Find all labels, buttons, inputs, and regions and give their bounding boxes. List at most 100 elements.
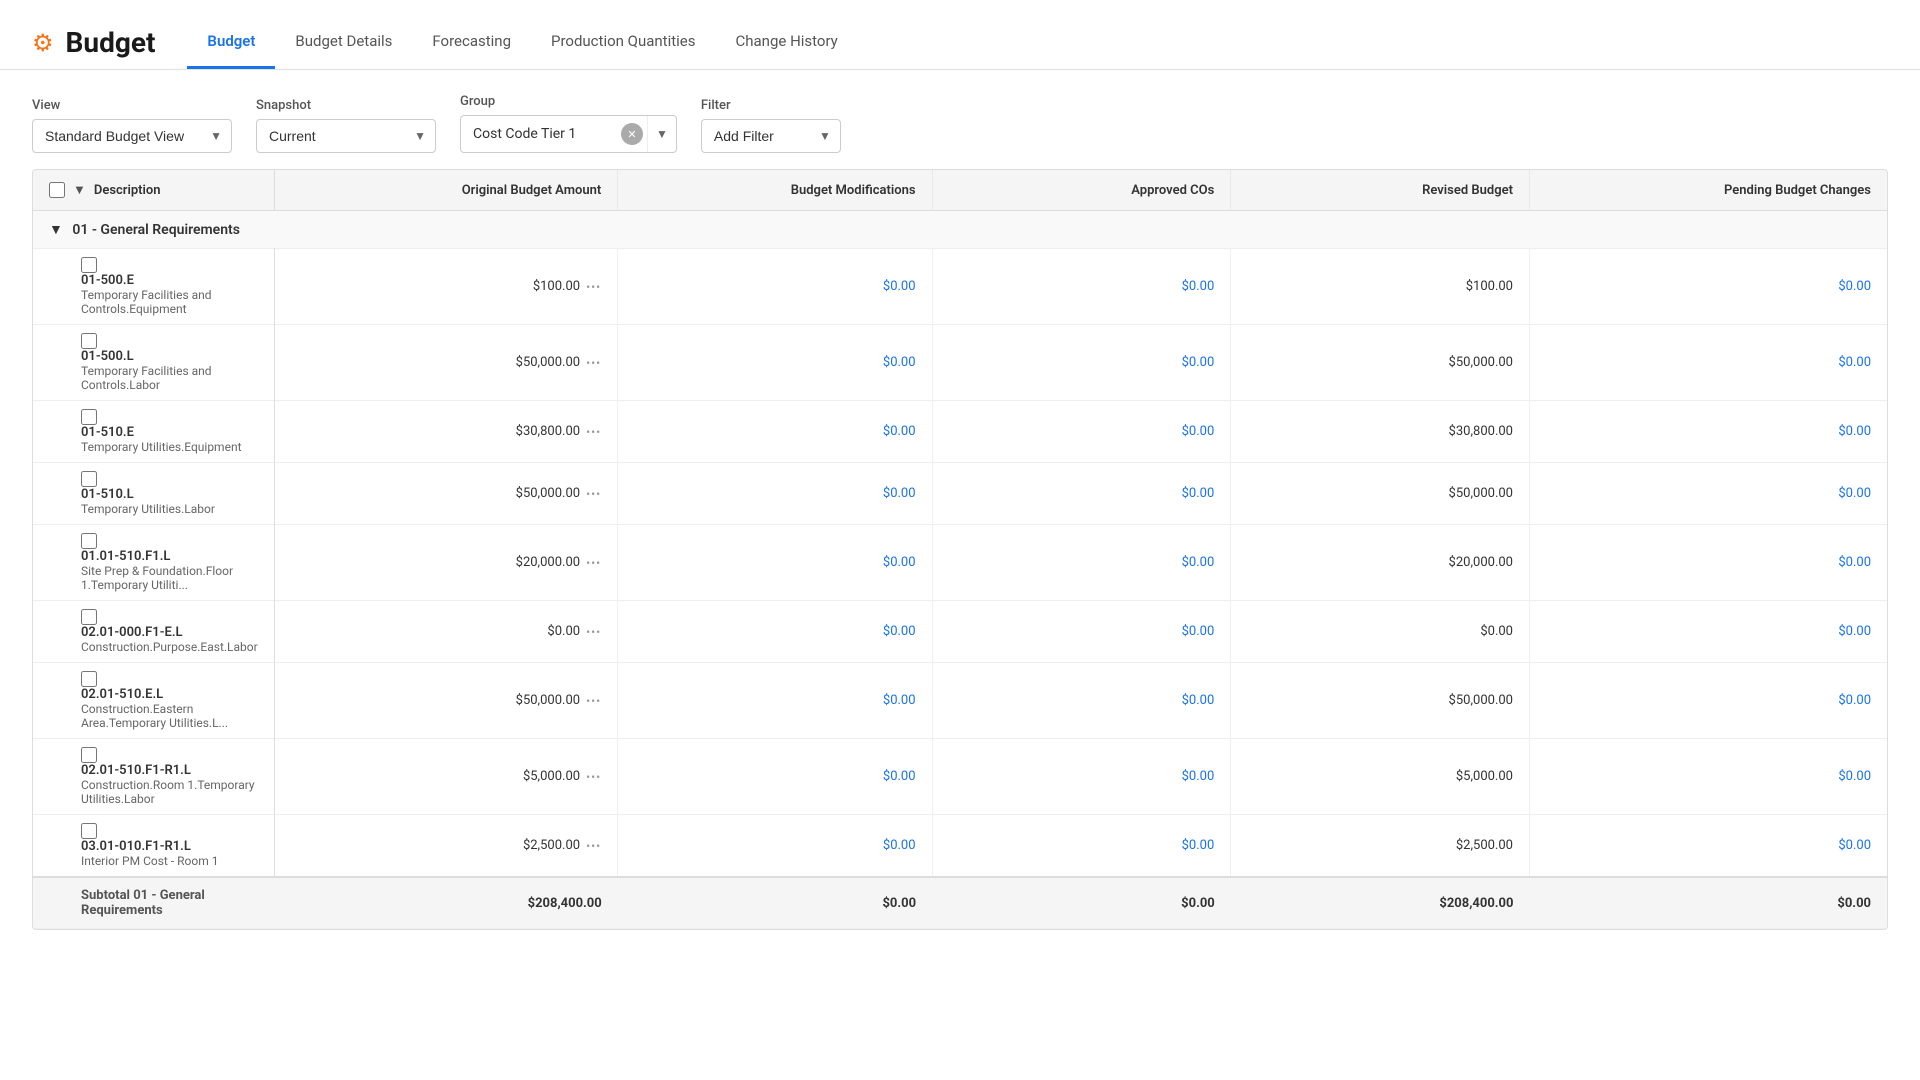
row-pending-changes-cell[interactable]: $0.00 — [1529, 325, 1887, 401]
row-name: Temporary Facilities and Controls.Labor — [81, 364, 258, 392]
row-original-budget-cell: $50,000.00 ••• — [274, 325, 618, 401]
row-budget-mods-cell[interactable]: $0.00 — [618, 663, 932, 739]
row-description-cell: 02.01-510.E.L Construction.Eastern Area.… — [33, 663, 274, 739]
th-original-budget-amount: Original Budget Amount — [274, 170, 618, 211]
row-approved-cos-cell[interactable]: $0.00 — [932, 401, 1231, 463]
row-pending-changes-cell[interactable]: $0.00 — [1529, 249, 1887, 325]
row-code: 01-500.L — [81, 349, 258, 364]
row-description-cell: 01-500.E Temporary Facilities and Contro… — [33, 249, 274, 325]
view-select[interactable]: Standard Budget View — [32, 119, 232, 153]
row-ellipsis-icon[interactable]: ••• — [586, 280, 601, 294]
row-ellipsis-icon[interactable]: ••• — [586, 556, 601, 570]
row-budget-mods-cell[interactable]: $0.00 — [618, 525, 932, 601]
group-select-wrapper: Cost Code Tier 1 ✕ ▼ — [460, 115, 677, 153]
row-checkbox[interactable] — [81, 609, 97, 625]
row-pending-changes-cell[interactable]: $0.00 — [1529, 525, 1887, 601]
table-row: 01.01-510.F1.L Site Prep & Foundation.Fl… — [33, 525, 1887, 601]
row-budget-mods-cell[interactable]: $0.00 — [618, 739, 932, 815]
row-original-budget-cell: $100.00 ••• — [274, 249, 618, 325]
table-body: ▼ 01 - General Requirements 01-500.E Tem… — [33, 211, 1887, 929]
collapse-all-icon[interactable]: ▼ — [73, 182, 86, 198]
row-pending-changes-cell[interactable]: $0.00 — [1529, 463, 1887, 525]
tab-budget-details[interactable]: Budget Details — [275, 16, 412, 69]
row-name: Construction.Eastern Area.Temporary Util… — [81, 702, 258, 730]
row-approved-cos-cell[interactable]: $0.00 — [932, 663, 1231, 739]
table-row: 02.01-000.F1-E.L Construction.Purpose.Ea… — [33, 601, 1887, 663]
snapshot-select[interactable]: Current — [256, 119, 436, 153]
tab-production-quantities[interactable]: Production Quantities — [531, 16, 716, 69]
row-revised-budget-cell: $50,000.00 — [1231, 325, 1530, 401]
row-budget-mods-cell[interactable]: $0.00 — [618, 249, 932, 325]
budget-table: ▼ Description Original Budget Amount Bud… — [33, 170, 1887, 929]
row-code: 01-500.E — [81, 273, 258, 288]
snapshot-label: Snapshot — [256, 98, 436, 113]
row-checkbox[interactable] — [81, 533, 97, 549]
th-checkbox: ▼ Description — [33, 170, 274, 211]
row-code: 02.01-510.E.L — [81, 687, 258, 702]
row-approved-cos-cell[interactable]: $0.00 — [932, 525, 1231, 601]
row-budget-mods-cell[interactable]: $0.00 — [618, 463, 932, 525]
table-row: 02.01-510.F1-R1.L Construction.Room 1.Te… — [33, 739, 1887, 815]
row-ellipsis-icon[interactable]: ••• — [586, 625, 601, 639]
row-description-cell: 01.01-510.F1.L Site Prep & Foundation.Fl… — [33, 525, 274, 601]
row-code: 02.01-000.F1-E.L — [81, 625, 258, 640]
row-description-cell: 01-500.L Temporary Facilities and Contro… — [33, 325, 274, 401]
row-ellipsis-icon[interactable]: ••• — [586, 356, 601, 370]
row-approved-cos-cell[interactable]: $0.00 — [932, 463, 1231, 525]
row-checkbox[interactable] — [81, 409, 97, 425]
group-control: Group Cost Code Tier 1 ✕ ▼ — [460, 94, 677, 153]
tab-forecasting[interactable]: Forecasting — [412, 16, 531, 69]
row-checkbox[interactable] — [81, 823, 97, 839]
row-original-budget-value: $50,000.00 — [516, 693, 580, 708]
row-approved-cos-cell[interactable]: $0.00 — [932, 739, 1231, 815]
row-original-budget-value: $5,000.00 — [523, 769, 580, 784]
row-budget-mods-cell[interactable]: $0.00 — [618, 601, 932, 663]
row-original-budget-cell: $30,800.00 ••• — [274, 401, 618, 463]
row-budget-mods-cell[interactable]: $0.00 — [618, 401, 932, 463]
row-ellipsis-icon[interactable]: ••• — [586, 770, 601, 784]
table-row: 01-500.L Temporary Facilities and Contro… — [33, 325, 1887, 401]
snapshot-control: Snapshot Current ▼ — [256, 98, 436, 153]
row-ellipsis-icon[interactable]: ••• — [586, 694, 601, 708]
row-approved-cos-cell[interactable]: $0.00 — [932, 325, 1231, 401]
subtotal-revised-budget: $208,400.00 — [1231, 877, 1530, 929]
table-row: 01-500.E Temporary Facilities and Contro… — [33, 249, 1887, 325]
row-name: Temporary Utilities.Labor — [81, 502, 258, 516]
row-approved-cos-cell[interactable]: $0.00 — [932, 815, 1231, 878]
group-arrow-icon[interactable]: ▼ — [647, 116, 676, 152]
row-pending-changes-cell[interactable]: $0.00 — [1529, 815, 1887, 878]
row-checkbox[interactable] — [81, 333, 97, 349]
row-pending-changes-cell[interactable]: $0.00 — [1529, 739, 1887, 815]
page-header: ⚙ Budget Budget Budget Details Forecasti… — [0, 0, 1920, 70]
tab-budget[interactable]: Budget — [187, 16, 275, 69]
subtotal-approved-cos: $0.00 — [932, 877, 1231, 929]
row-ellipsis-icon[interactable]: ••• — [586, 487, 601, 501]
row-original-budget-cell: $5,000.00 ••• — [274, 739, 618, 815]
row-revised-budget-cell: $50,000.00 — [1231, 663, 1530, 739]
row-revised-budget-cell: $20,000.00 — [1231, 525, 1530, 601]
row-pending-changes-cell[interactable]: $0.00 — [1529, 663, 1887, 739]
group-collapse-icon[interactable]: ▼ — [49, 222, 63, 238]
row-checkbox[interactable] — [81, 471, 97, 487]
row-pending-changes-cell[interactable]: $0.00 — [1529, 401, 1887, 463]
row-name: Temporary Utilities.Equipment — [81, 440, 258, 454]
row-revised-budget-cell: $30,800.00 — [1231, 401, 1530, 463]
row-ellipsis-icon[interactable]: ••• — [586, 839, 601, 853]
row-description-cell: 01-510.E Temporary Utilities.Equipment — [33, 401, 274, 463]
row-approved-cos-cell[interactable]: $0.00 — [932, 601, 1231, 663]
select-all-checkbox[interactable] — [49, 182, 65, 198]
row-checkbox[interactable] — [81, 671, 97, 687]
row-checkbox[interactable] — [81, 257, 97, 273]
row-approved-cos-cell[interactable]: $0.00 — [932, 249, 1231, 325]
group-clear-button[interactable]: ✕ — [621, 123, 643, 145]
row-name: Temporary Facilities and Controls.Equipm… — [81, 288, 258, 316]
view-control: View Standard Budget View ▼ — [32, 98, 232, 153]
tab-change-history[interactable]: Change History — [716, 16, 858, 69]
filter-select[interactable]: Add Filter — [701, 119, 841, 153]
row-ellipsis-icon[interactable]: ••• — [586, 425, 601, 439]
row-budget-mods-cell[interactable]: $0.00 — [618, 325, 932, 401]
row-pending-changes-cell[interactable]: $0.00 — [1529, 601, 1887, 663]
row-checkbox[interactable] — [81, 747, 97, 763]
row-original-budget-value: $100.00 — [533, 279, 580, 294]
row-budget-mods-cell[interactable]: $0.00 — [618, 815, 932, 878]
